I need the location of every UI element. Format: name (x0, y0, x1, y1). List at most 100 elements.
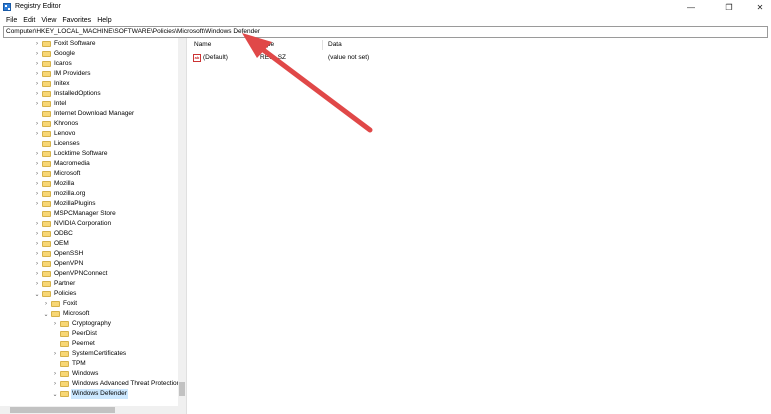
menu-view[interactable]: View (41, 17, 56, 24)
chevron-right-icon[interactable]: › (33, 69, 41, 79)
restore-button[interactable]: ❐ (718, 0, 740, 14)
tree-item-label: Policies (54, 290, 77, 297)
column-header-name[interactable]: Name (194, 40, 211, 50)
tree-item[interactable]: › Windows (0, 369, 178, 379)
tree-item[interactable]: › Partner (0, 279, 178, 289)
tree-item[interactable]: › NVIDIA Corporation (0, 219, 178, 229)
tree-item[interactable]: ⌄ Policies (0, 289, 178, 299)
tree-vertical-scrollbar[interactable] (178, 38, 186, 406)
tree-item[interactable]: › SystemCertificates (0, 349, 178, 359)
chevron-down-icon[interactable]: ⌄ (33, 289, 41, 299)
chevron-right-icon[interactable]: › (33, 269, 41, 279)
chevron-right-icon[interactable]: › (33, 189, 41, 199)
tree-item[interactable]: › Macromedia (0, 159, 178, 169)
menu-help[interactable]: Help (97, 17, 111, 24)
tree-item[interactable]: › OEM (0, 239, 178, 249)
menu-file[interactable]: File (6, 17, 17, 24)
tree-item-label: MSPCManager Store (54, 210, 116, 217)
folder-icon (42, 161, 51, 167)
registry-key-tree[interactable]: › Foxit Software › Google › Icaros › IM Provide… (0, 38, 187, 414)
tree-item[interactable]: › OpenVPNConnect (0, 269, 178, 279)
menu-favorites[interactable]: Favorites (62, 17, 91, 24)
tree-item-label: OpenVPNConnect (54, 270, 108, 277)
folder-icon (42, 171, 51, 177)
close-button[interactable]: ✕ (749, 0, 771, 14)
tree-item[interactable]: Peernet (0, 339, 178, 349)
tree-item[interactable]: › Initex (0, 79, 178, 89)
chevron-right-icon[interactable]: › (33, 199, 41, 209)
tree-item[interactable]: MSPCManager Store (0, 209, 178, 219)
tree-item[interactable]: › Intel (0, 99, 178, 109)
tree-item[interactable]: › Mozilla (0, 179, 178, 189)
tree-item[interactable]: Internet Download Manager (0, 109, 178, 119)
column-separator[interactable] (322, 40, 323, 50)
tree-horizontal-scrollbar[interactable] (0, 406, 186, 414)
tree-item[interactable]: › Foxit (0, 299, 178, 309)
chevron-right-icon[interactable]: › (33, 149, 41, 159)
folder-icon (42, 191, 51, 197)
tree-horizontal-scroll-thumb[interactable] (10, 407, 115, 413)
tree-item[interactable]: › MozillaPlugins (0, 199, 178, 209)
chevron-right-icon[interactable]: › (33, 59, 41, 69)
tree-item[interactable]: › ODBC (0, 229, 178, 239)
tree-item[interactable]: TPM (0, 359, 178, 369)
chevron-right-icon[interactable]: › (33, 229, 41, 239)
chevron-right-icon[interactable]: › (33, 119, 41, 129)
chevron-right-icon[interactable]: › (33, 129, 41, 139)
tree-item[interactable]: › InstalledOptions (0, 89, 178, 99)
chevron-right-icon[interactable]: › (51, 349, 59, 359)
chevron-down-icon[interactable]: ⌄ (42, 309, 50, 319)
chevron-right-icon[interactable]: › (51, 379, 59, 389)
tree-item[interactable]: › mozilla.org (0, 189, 178, 199)
chevron-right-icon[interactable]: › (33, 179, 41, 189)
chevron-right-icon[interactable]: › (33, 219, 41, 229)
folder-icon (42, 221, 51, 227)
tree-item-label: Licenses (54, 140, 80, 147)
tree-item[interactable]: › IM Providers (0, 69, 178, 79)
chevron-right-icon[interactable]: › (51, 369, 59, 379)
tree-item[interactable]: › Lenovo (0, 129, 178, 139)
chevron-right-icon[interactable]: › (33, 279, 41, 289)
folder-icon (60, 321, 69, 327)
chevron-right-icon[interactable]: › (51, 319, 59, 329)
tree-vertical-scroll-thumb[interactable] (179, 382, 185, 396)
chevron-right-icon[interactable]: › (33, 89, 41, 99)
tree-item[interactable]: › Locktime Software (0, 149, 178, 159)
folder-icon (42, 151, 51, 157)
chevron-right-icon[interactable]: › (33, 169, 41, 179)
registry-editor-icon (3, 3, 11, 11)
tree-item[interactable]: › Microsoft (0, 169, 178, 179)
tree-item[interactable]: › OpenVPN (0, 259, 178, 269)
address-bar[interactable]: Computer\HKEY_LOCAL_MACHINE\SOFTWARE\Pol… (3, 26, 768, 38)
menu-edit[interactable]: Edit (23, 17, 35, 24)
chevron-right-icon[interactable]: › (33, 99, 41, 109)
tree-item[interactable]: › Foxit Software (0, 39, 178, 49)
folder-icon (42, 101, 51, 107)
tree-item[interactable]: PeerDist (0, 329, 178, 339)
chevron-right-icon[interactable]: › (33, 39, 41, 49)
chevron-down-icon[interactable]: ⌄ (51, 389, 59, 399)
minimize-button[interactable]: — (680, 0, 702, 14)
chevron-right-icon[interactable]: › (33, 159, 41, 169)
chevron-right-icon[interactable]: › (42, 299, 50, 309)
tree-item[interactable]: › Khronos (0, 119, 178, 129)
chevron-right-icon[interactable]: › (33, 49, 41, 59)
folder-icon (60, 371, 69, 377)
tree-item[interactable]: › Google (0, 49, 178, 59)
column-header-type[interactable]: Type (260, 40, 274, 50)
tree-item[interactable]: ⌄ Microsoft (0, 309, 178, 319)
tree-item[interactable]: › Cryptography (0, 319, 178, 329)
chevron-right-icon[interactable]: › (33, 239, 41, 249)
tree-item[interactable]: › OpenSSH (0, 249, 178, 259)
chevron-right-icon[interactable]: › (33, 259, 41, 269)
tree-item-label: Microsoft (54, 170, 81, 177)
chevron-right-icon[interactable]: › (33, 79, 41, 89)
tree-item[interactable]: › Icaros (0, 59, 178, 69)
column-separator[interactable] (254, 40, 255, 50)
column-header-data[interactable]: Data (328, 40, 342, 50)
tree-item[interactable]: Licenses (0, 139, 178, 149)
folder-icon (60, 351, 69, 357)
tree-item[interactable]: ⌄ Windows Defender (0, 389, 178, 399)
chevron-right-icon[interactable]: › (33, 249, 41, 259)
tree-item[interactable]: › Windows Advanced Threat Protection (0, 379, 180, 389)
